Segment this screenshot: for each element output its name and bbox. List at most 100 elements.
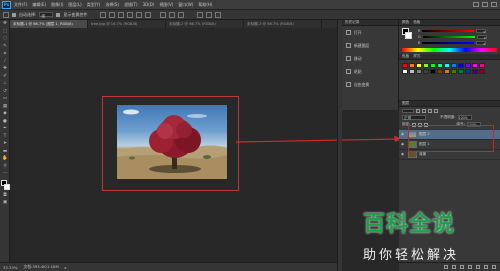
healing-brush-tool-icon[interactable]: ✚	[0, 65, 10, 73]
hand-tool-icon[interactable]: ✋	[0, 155, 10, 163]
background-color-icon[interactable]	[3, 183, 10, 190]
menu-layer[interactable]: 图层(L)	[68, 2, 81, 8]
type-tool-icon[interactable]: T	[0, 133, 10, 141]
distribute-icon[interactable]	[160, 11, 167, 18]
align-middle-icon[interactable]	[109, 11, 116, 18]
menu-type[interactable]: 类型(Y)	[87, 2, 101, 8]
distribute-2-icon[interactable]	[169, 11, 176, 18]
tab-document-2[interactable]: tree.jpg @ 16.7% (RGB/8)	[88, 20, 166, 28]
shape-tool-icon[interactable]: ▬	[0, 148, 10, 156]
visibility-eye-icon[interactable]: ◉	[401, 132, 406, 137]
zoom-level[interactable]: 33.33%	[3, 265, 17, 270]
minimize-icon[interactable]	[473, 2, 479, 7]
swatch-22[interactable]	[472, 69, 478, 74]
brush-tool-icon[interactable]: ✐	[0, 73, 10, 81]
lasso-tool-icon[interactable]: ◌	[0, 35, 10, 43]
extra-tools-icon[interactable]: ⋯	[0, 170, 10, 178]
marquee-tool-icon[interactable]: ⬚	[0, 28, 10, 36]
auto-select-checkbox[interactable]	[12, 12, 16, 17]
visibility-eye-icon[interactable]: ◉	[401, 152, 406, 157]
swatch-23[interactable]	[479, 69, 485, 74]
maximize-icon[interactable]	[482, 2, 488, 7]
align-top-icon[interactable]	[100, 11, 107, 18]
clone-stamp-tool-icon[interactable]: ⊥	[0, 80, 10, 88]
align-center-icon[interactable]	[136, 11, 143, 18]
history-item[interactable]: 粘贴	[342, 65, 398, 78]
swatch-19[interactable]	[451, 69, 457, 74]
history-item[interactable]: 移动	[342, 52, 398, 65]
swatch-15[interactable]	[423, 69, 429, 74]
blue-value[interactable]: 0	[476, 41, 487, 46]
history-title[interactable]: 历史记录	[345, 20, 359, 25]
screen-mode-icon[interactable]: ▣	[0, 199, 10, 207]
path-select-tool-icon[interactable]: ➤	[0, 140, 10, 148]
link-layers-icon[interactable]	[444, 265, 448, 269]
menu-help[interactable]: 帮助(H)	[198, 2, 212, 8]
adjustment-layer-icon[interactable]	[468, 265, 472, 269]
3d-mode-icon[interactable]	[197, 11, 204, 18]
3d-roll-icon[interactable]	[215, 11, 222, 18]
layer-name[interactable]: 背景	[419, 152, 426, 157]
3d-rotate-icon[interactable]	[206, 11, 213, 18]
green-slider[interactable]	[422, 36, 475, 38]
tab-swatches-2[interactable]: 色板	[402, 54, 409, 59]
swatch-3[interactable]	[423, 63, 429, 68]
blend-mode-dropdown[interactable]: 正常	[402, 115, 426, 120]
layer-style-icon[interactable]	[452, 265, 456, 269]
align-right-icon[interactable]	[145, 11, 152, 18]
swatch-4[interactable]	[430, 63, 436, 68]
filter-adjust-icon[interactable]	[422, 108, 426, 113]
swatch-0[interactable]	[402, 63, 408, 68]
move-tool-icon[interactable]: ✥	[0, 20, 10, 28]
swatch-20[interactable]	[458, 69, 464, 74]
history-item[interactable]: 新建图层	[342, 39, 398, 52]
align-left-icon[interactable]	[127, 11, 134, 18]
filter-type-icon[interactable]	[428, 108, 432, 113]
layer-filter-dropdown[interactable]	[402, 108, 414, 113]
delete-layer-icon[interactable]	[492, 265, 496, 269]
swatch-16[interactable]	[430, 69, 436, 74]
menu-3d[interactable]: 3D(D)	[143, 2, 155, 7]
distribute-3-icon[interactable]	[178, 11, 185, 18]
menu-file[interactable]: 文件(F)	[14, 2, 27, 8]
background-chip[interactable]	[405, 32, 412, 39]
tab-swatches[interactable]: 色板	[413, 20, 420, 25]
move-tool-icon[interactable]	[3, 11, 9, 18]
tab-document-1[interactable]: 未标题-1 @ 66.7% (图层 1, RGB/8)	[10, 20, 88, 28]
zoom-tool-icon[interactable]: ⚲	[0, 163, 10, 171]
green-value[interactable]: 0	[476, 35, 487, 40]
opacity-field[interactable]: 100%	[457, 115, 472, 120]
swatch-14[interactable]	[416, 69, 422, 74]
eraser-tool-icon[interactable]: ▭	[0, 95, 10, 103]
tree-photo[interactable]	[117, 105, 227, 179]
color-swatches-icon[interactable]	[0, 178, 10, 192]
filter-pixel-icon[interactable]	[416, 108, 420, 113]
menu-image[interactable]: 图像(I)	[51, 2, 63, 8]
menu-filter[interactable]: 滤镜(T)	[124, 2, 138, 8]
filter-shape-icon[interactable]	[434, 108, 438, 113]
tab-color[interactable]: 颜色	[402, 20, 409, 25]
swatch-13[interactable]	[409, 69, 415, 74]
menu-window[interactable]: 窗口(W)	[178, 2, 193, 8]
swatch-1[interactable]	[409, 63, 415, 68]
swatch-12[interactable]	[402, 69, 408, 74]
tab-document-3[interactable]: 未标题-2 @ 66.7% (RGB/8)	[166, 20, 244, 28]
close-icon[interactable]	[491, 2, 497, 7]
new-group-icon[interactable]	[476, 265, 480, 269]
tab-styles[interactable]: 样式	[413, 54, 420, 59]
swatch-7[interactable]	[451, 63, 457, 68]
align-bottom-icon[interactable]	[118, 11, 125, 18]
blur-tool-icon[interactable]: ◆	[0, 110, 10, 118]
status-expand-icon[interactable]: ▸	[65, 265, 67, 270]
swatch-17[interactable]	[437, 69, 443, 74]
red-value[interactable]: 0	[476, 29, 487, 34]
quick-mask-icon[interactable]: ◘	[0, 192, 10, 200]
swatch-5[interactable]	[437, 63, 443, 68]
swatch-10[interactable]	[472, 63, 478, 68]
history-brush-tool-icon[interactable]: ↺	[0, 88, 10, 96]
eyedropper-tool-icon[interactable]: ⁄	[0, 58, 10, 66]
dodge-tool-icon[interactable]: ●	[0, 118, 10, 126]
blue-slider[interactable]	[422, 42, 475, 44]
show-transform-checkbox[interactable]	[56, 12, 61, 17]
tab-document-4[interactable]: 未标题-3 @ 66.7% (RGB/8)	[244, 20, 322, 28]
